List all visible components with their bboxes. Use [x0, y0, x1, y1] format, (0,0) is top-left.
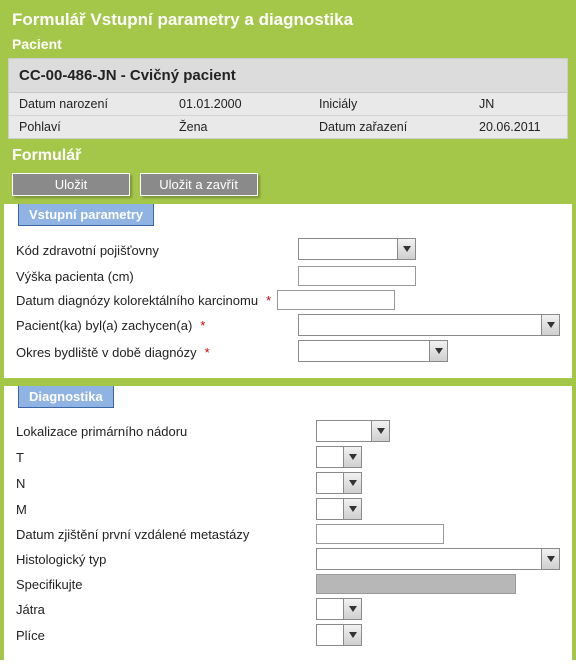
zachycen-select[interactable] — [298, 314, 560, 336]
jatra-label: Játra — [16, 602, 316, 617]
kod-pojistovny-label: Kód zdravotní pojišťovny — [16, 243, 165, 258]
diagnostika-section: Diagnostika Lokalizace primárního nádoru… — [4, 384, 572, 660]
hist-typ-select[interactable] — [316, 548, 560, 570]
patient-initials-value: JN — [469, 93, 567, 116]
chevron-down-icon[interactable] — [541, 315, 559, 335]
patient-dob-value: 01.01.2000 — [169, 93, 309, 116]
patient-title: CC-00-486-JN - Cvičný pacient — [9, 59, 567, 93]
zachycen-label: Pacient(ka) byl(a) zachycen(a) — [16, 318, 198, 333]
save-close-button[interactable]: Uložit a zavřít — [140, 173, 258, 196]
t-label: T — [16, 450, 316, 465]
m-select[interactable] — [316, 498, 362, 520]
diagnostika-tab: Diagnostika — [18, 386, 114, 408]
lokalizace-select[interactable] — [316, 420, 390, 442]
page-title: Formulář Vstupní parametry a diagnostika — [12, 10, 564, 30]
required-indicator: * — [200, 318, 205, 333]
lokalizace-label: Lokalizace primárního nádoru — [16, 424, 316, 439]
chevron-down-icon[interactable] — [343, 599, 361, 619]
m-label: M — [16, 502, 316, 517]
specifikujte-label: Specifikujte — [16, 577, 316, 592]
required-indicator: * — [266, 293, 271, 308]
chevron-down-icon[interactable] — [343, 473, 361, 493]
n-label: N — [16, 476, 316, 491]
chevron-down-icon[interactable] — [371, 421, 389, 441]
patient-initials-label: Iniciály — [309, 93, 469, 116]
okres-select[interactable] — [298, 340, 448, 362]
chevron-down-icon[interactable] — [541, 549, 559, 569]
t-select[interactable] — [316, 446, 362, 468]
chevron-down-icon[interactable] — [343, 499, 361, 519]
plice-select[interactable] — [316, 624, 362, 646]
hist-typ-label: Histologický typ — [16, 552, 316, 567]
datum-diag-input[interactable] — [277, 290, 395, 310]
table-row: Pohlaví Žena Datum zařazení 20.06.2011 — [9, 116, 567, 139]
required-indicator: * — [205, 345, 210, 360]
form-section-label: Formulář — [0, 139, 576, 169]
chevron-down-icon[interactable] — [343, 625, 361, 645]
n-select[interactable] — [316, 472, 362, 494]
datum-meta-label: Datum zjištění první vzdálené metastázy — [16, 527, 316, 542]
chevron-down-icon[interactable] — [429, 341, 447, 361]
jatra-select[interactable] — [316, 598, 362, 620]
table-row: Datum narození 01.01.2000 Iniciály JN — [9, 93, 567, 116]
datum-meta-input[interactable] — [316, 524, 444, 544]
vyska-label: Výška pacienta (cm) — [16, 269, 140, 284]
patient-info-table: Datum narození 01.01.2000 Iniciály JN Po… — [9, 93, 567, 138]
chevron-down-icon[interactable] — [343, 447, 361, 467]
patient-enroll-date-value: 20.06.2011 — [469, 116, 567, 139]
patient-section-label: Pacient — [0, 36, 576, 58]
vstupni-parametry-section: Vstupní parametry Kód zdravotní pojišťov… — [4, 202, 572, 378]
vstupni-parametry-tab: Vstupní parametry — [18, 204, 154, 226]
datum-diag-label: Datum diagnózy kolorektálního karcinomu — [16, 293, 264, 308]
vyska-input[interactable] — [298, 266, 416, 286]
patient-sex-label: Pohlaví — [9, 116, 169, 139]
save-button[interactable]: Uložit — [12, 173, 130, 196]
specifikujte-input-disabled — [316, 574, 516, 594]
kod-pojistovny-select[interactable] — [298, 238, 416, 260]
patient-panel: CC-00-486-JN - Cvičný pacient Datum naro… — [8, 58, 568, 139]
okres-label: Okres bydliště v době diagnózy — [16, 345, 203, 360]
plice-label: Plíce — [16, 628, 316, 643]
patient-dob-label: Datum narození — [9, 93, 169, 116]
patient-sex-value: Žena — [169, 116, 309, 139]
patient-enroll-date-label: Datum zařazení — [309, 116, 469, 139]
chevron-down-icon[interactable] — [397, 239, 415, 259]
